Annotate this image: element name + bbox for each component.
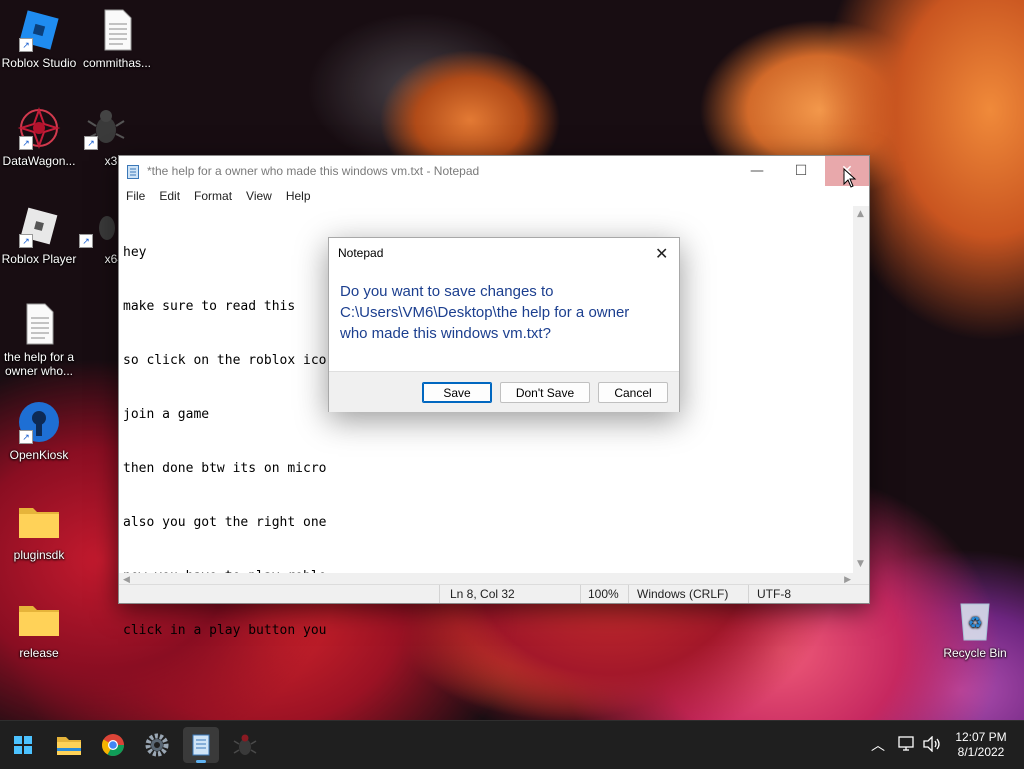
desktop-icon-roblox-player[interactable]: ↗ Roblox Player: [0, 204, 82, 266]
notepad-icon: [192, 734, 210, 756]
status-position: Ln 8, Col 32: [450, 587, 515, 601]
shortcut-arrow-icon: ↗: [19, 38, 33, 52]
volume-icon[interactable]: [922, 736, 942, 752]
save-button[interactable]: Save: [422, 382, 492, 403]
dialog-title: Notepad: [338, 246, 384, 260]
desktop-icon-label: x64: [104, 252, 124, 266]
settings-icon: [145, 733, 169, 757]
desktop-icon-release[interactable]: release: [0, 598, 82, 660]
bug-icon: ↗: [77, 204, 121, 248]
status-divider: [580, 585, 581, 603]
shortcut-arrow-icon: ↗: [19, 430, 33, 444]
show-hidden-icons-chevron-icon[interactable]: ︿: [871, 735, 885, 755]
editor-line: then done btw its on micro: [123, 461, 327, 476]
dialog-button-bar: Save Don't Save Cancel: [329, 371, 679, 412]
desktop-icon-label: Roblox Studio: [1, 56, 77, 70]
clock-date: 8/1/2022: [957, 745, 1005, 759]
menu-file[interactable]: File: [125, 186, 146, 206]
status-zoom: 100%: [588, 587, 619, 601]
minimize-button[interactable]: —: [735, 156, 779, 186]
file-explorer-icon: [57, 737, 81, 755]
recycle-bin-icon: ♻: [953, 598, 997, 642]
desktop-icon-label: Roblox Player: [1, 252, 77, 266]
desktop-icon-datawagon[interactable]: ↗ DataWagon...: [0, 106, 82, 168]
shortcut-arrow-icon: ↗: [19, 136, 33, 150]
scroll-down-icon[interactable]: ▼: [857, 560, 864, 569]
desktop-icon-label: OpenKiosk: [9, 448, 69, 462]
folder-icon: [17, 598, 61, 642]
desktop-icon-recycle-bin[interactable]: ♻ Recycle Bin: [932, 598, 1018, 660]
save-changes-dialog[interactable]: Notepad ✕ Do you want to save changes to…: [328, 237, 680, 412]
folder-icon: [17, 500, 61, 544]
dialog-message: Do you want to save changes to C:\Users\…: [340, 283, 630, 342]
svg-text:♻: ♻: [968, 613, 982, 632]
start-button[interactable]: [5, 727, 41, 763]
openkiosk-icon: ↗: [17, 400, 61, 444]
title-bar[interactable]: *the help for a owner who made this wind…: [119, 156, 869, 186]
text-file-icon: [95, 8, 139, 52]
bug-app-icon: [233, 734, 257, 755]
desktop-icon-openkiosk[interactable]: ↗ OpenKiosk: [0, 400, 82, 462]
status-bar: Ln 8, Col 32 100% Windows (CRLF) UTF-8: [119, 584, 869, 603]
minimize-icon: —: [750, 163, 764, 179]
roblox-studio-icon: ↗: [17, 8, 61, 52]
mouse-cursor-icon: [843, 168, 857, 188]
desktop-icon-help-file[interactable]: the help for a owner who...: [0, 302, 82, 378]
start-icon: [14, 736, 32, 754]
taskbar-notepad[interactable]: [183, 727, 219, 763]
taskbar-settings[interactable]: [139, 727, 175, 763]
taskbar-chrome[interactable]: [95, 727, 131, 763]
editor-line: also you got the right one: [123, 515, 327, 530]
status-divider: [439, 585, 440, 603]
shortcut-arrow-icon: ↗: [19, 234, 33, 248]
status-encoding: UTF-8: [757, 587, 791, 601]
system-clock[interactable]: 12:07 PM 8/1/2022: [950, 730, 1012, 760]
datawagon-icon: ↗: [17, 106, 61, 150]
vertical-scrollbar[interactable]: ▲ ▼: [853, 206, 869, 573]
desktop-icon-label: DataWagon...: [2, 154, 76, 168]
taskbar: ︿ 12:07 PM 8/1/2022: [0, 720, 1024, 769]
desktop-icon-label: the help for a owner who...: [3, 350, 75, 378]
shortcut-arrow-icon: ↗: [84, 136, 98, 150]
menu-bar: File Edit Format View Help: [119, 186, 869, 206]
bug-icon: ↗: [82, 106, 126, 150]
menu-view[interactable]: View: [245, 186, 273, 206]
desktop-icon-label: commithas...: [82, 56, 151, 70]
menu-help[interactable]: Help: [285, 186, 312, 206]
roblox-player-icon: ↗: [17, 204, 61, 248]
notepad-app-icon: [127, 165, 139, 179]
cancel-button[interactable]: Cancel: [598, 382, 668, 403]
maximize-icon: ☐: [794, 163, 808, 179]
desktop-icon-roblox-studio[interactable]: ↗ Roblox Studio: [0, 8, 82, 70]
maximize-button[interactable]: ☐: [779, 156, 823, 186]
window-title: *the help for a owner who made this wind…: [147, 164, 480, 178]
desktop-icon-pluginsdk[interactable]: pluginsdk: [0, 500, 82, 562]
desktop-icon-label: Recycle Bin: [943, 646, 1007, 660]
menu-edit[interactable]: Edit: [158, 186, 181, 206]
desktop-icon-x64[interactable]: ↗ x64: [74, 204, 124, 266]
desktop-icon-label: release: [19, 646, 59, 660]
taskbar-bug-app[interactable]: [227, 727, 263, 763]
scroll-up-icon[interactable]: ▲: [857, 210, 864, 219]
status-line-ending: Windows (CRLF): [637, 587, 729, 601]
taskbar-file-explorer[interactable]: [51, 727, 87, 763]
dialog-close-icon[interactable]: ✕: [655, 244, 668, 263]
clock-time: 12:07 PM: [955, 730, 1007, 744]
shortcut-arrow-icon: ↗: [79, 234, 93, 248]
editor-line: click in a play button you: [123, 623, 327, 638]
status-divider: [748, 585, 749, 603]
chrome-icon: [102, 734, 124, 756]
text-file-icon: [17, 302, 61, 346]
desktop-icon-commithas[interactable]: commithas...: [74, 8, 160, 70]
dont-save-button[interactable]: Don't Save: [500, 382, 590, 403]
menu-format[interactable]: Format: [193, 186, 233, 206]
status-divider: [628, 585, 629, 603]
network-icon[interactable]: [898, 736, 916, 752]
desktop-icon-label: pluginsdk: [13, 548, 65, 562]
